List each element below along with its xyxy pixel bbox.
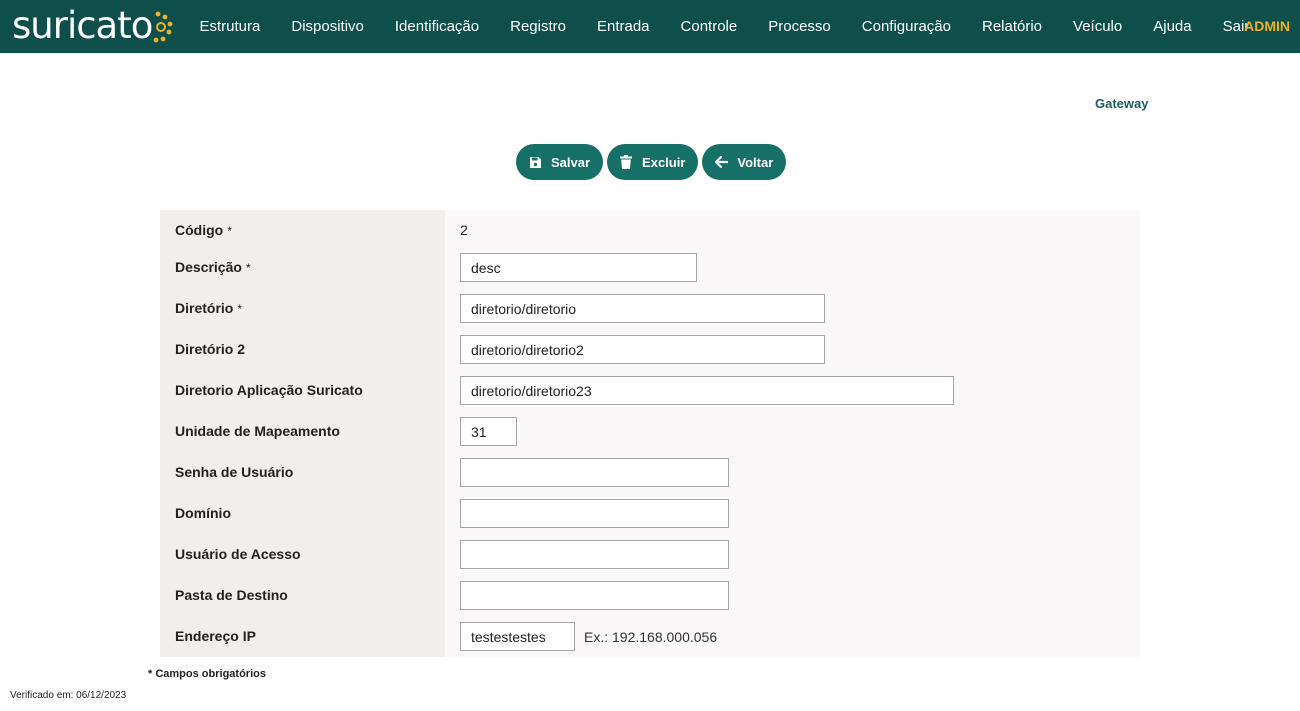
menu-processo[interactable]: Processo: [753, 18, 847, 35]
logo-text: suricato: [12, 4, 153, 47]
diretorio-app-input[interactable]: [460, 376, 954, 405]
descricao-label: Descrição *: [175, 259, 251, 275]
verified-date: Verificado em: 06/12/2023: [10, 690, 127, 701]
diretorio-label: Diretório *: [175, 300, 243, 316]
action-bar: Salvar Excluir Voltar: [516, 144, 787, 180]
dominio-input[interactable]: [460, 499, 729, 528]
menu-relatorio[interactable]: Relatório: [967, 18, 1058, 35]
diretorio-app-label: Diretorio Aplicação Suricato: [175, 382, 363, 398]
unidade-input[interactable]: [460, 417, 517, 446]
trash-icon: [619, 155, 633, 169]
ip-input[interactable]: [460, 622, 575, 651]
codigo-value: 2: [460, 222, 468, 238]
menu-entrada[interactable]: Entrada: [581, 18, 665, 35]
menu-configuracao[interactable]: Configuração: [846, 18, 966, 35]
main-menu: Estrutura Dispositivo Identificação Regi…: [184, 0, 1265, 53]
page-title: Gateway: [1095, 96, 1149, 111]
unidade-label: Unidade de Mapeamento: [175, 423, 340, 439]
ip-label: Endereço IP: [175, 628, 256, 644]
save-button[interactable]: Salvar: [516, 144, 604, 180]
menu-estrutura[interactable]: Estrutura: [184, 18, 276, 35]
arrow-left-icon: [714, 155, 728, 169]
pasta-input[interactable]: [460, 581, 729, 610]
menu-veiculo[interactable]: Veículo: [1058, 18, 1138, 35]
diretorio-input[interactable]: [460, 294, 825, 323]
menu-ajuda[interactable]: Ajuda: [1138, 18, 1207, 35]
menu-controle[interactable]: Controle: [665, 18, 753, 35]
diretorio2-input[interactable]: [460, 335, 825, 364]
required-fields-note: * Campos obrigatórios: [148, 668, 266, 680]
diretorio2-label: Diretório 2: [175, 341, 246, 357]
usuario-input[interactable]: [460, 540, 729, 569]
ip-hint: Ex.: 192.168.000.056: [584, 629, 718, 645]
back-button[interactable]: Voltar: [702, 144, 787, 180]
delete-label: Excluir: [642, 154, 686, 170]
usuario-label: Usuário de Acesso: [175, 546, 301, 562]
descricao-input[interactable]: [460, 253, 697, 282]
senha-label: Senha de Usuário: [175, 464, 294, 480]
gateway-form: Código* 2 Descrição* Diretório* Diretóri…: [160, 210, 1140, 657]
save-label: Salvar: [551, 154, 591, 170]
user-name[interactable]: ADMIN: [1244, 18, 1290, 34]
required-mark: *: [245, 261, 251, 275]
floppy-disk-icon: [528, 155, 542, 169]
menu-identificacao[interactable]: Identificação: [379, 18, 494, 35]
delete-button[interactable]: Excluir: [607, 144, 699, 180]
required-mark: *: [237, 302, 243, 316]
pasta-label: Pasta de Destino: [175, 587, 288, 603]
app-logo[interactable]: suricato: [12, 4, 176, 48]
menu-dispositivo[interactable]: Dispositivo: [276, 18, 380, 35]
logo-dots-icon: [153, 11, 173, 43]
back-label: Voltar: [737, 154, 774, 170]
codigo-label: Código *: [175, 222, 232, 238]
senha-input[interactable]: [460, 458, 729, 487]
top-navbar: suricato Estrutura Dispositivo Identific…: [0, 0, 1300, 53]
required-mark: *: [227, 224, 232, 238]
menu-registro[interactable]: Registro: [495, 18, 582, 35]
dominio-label: Domínio: [175, 505, 231, 521]
